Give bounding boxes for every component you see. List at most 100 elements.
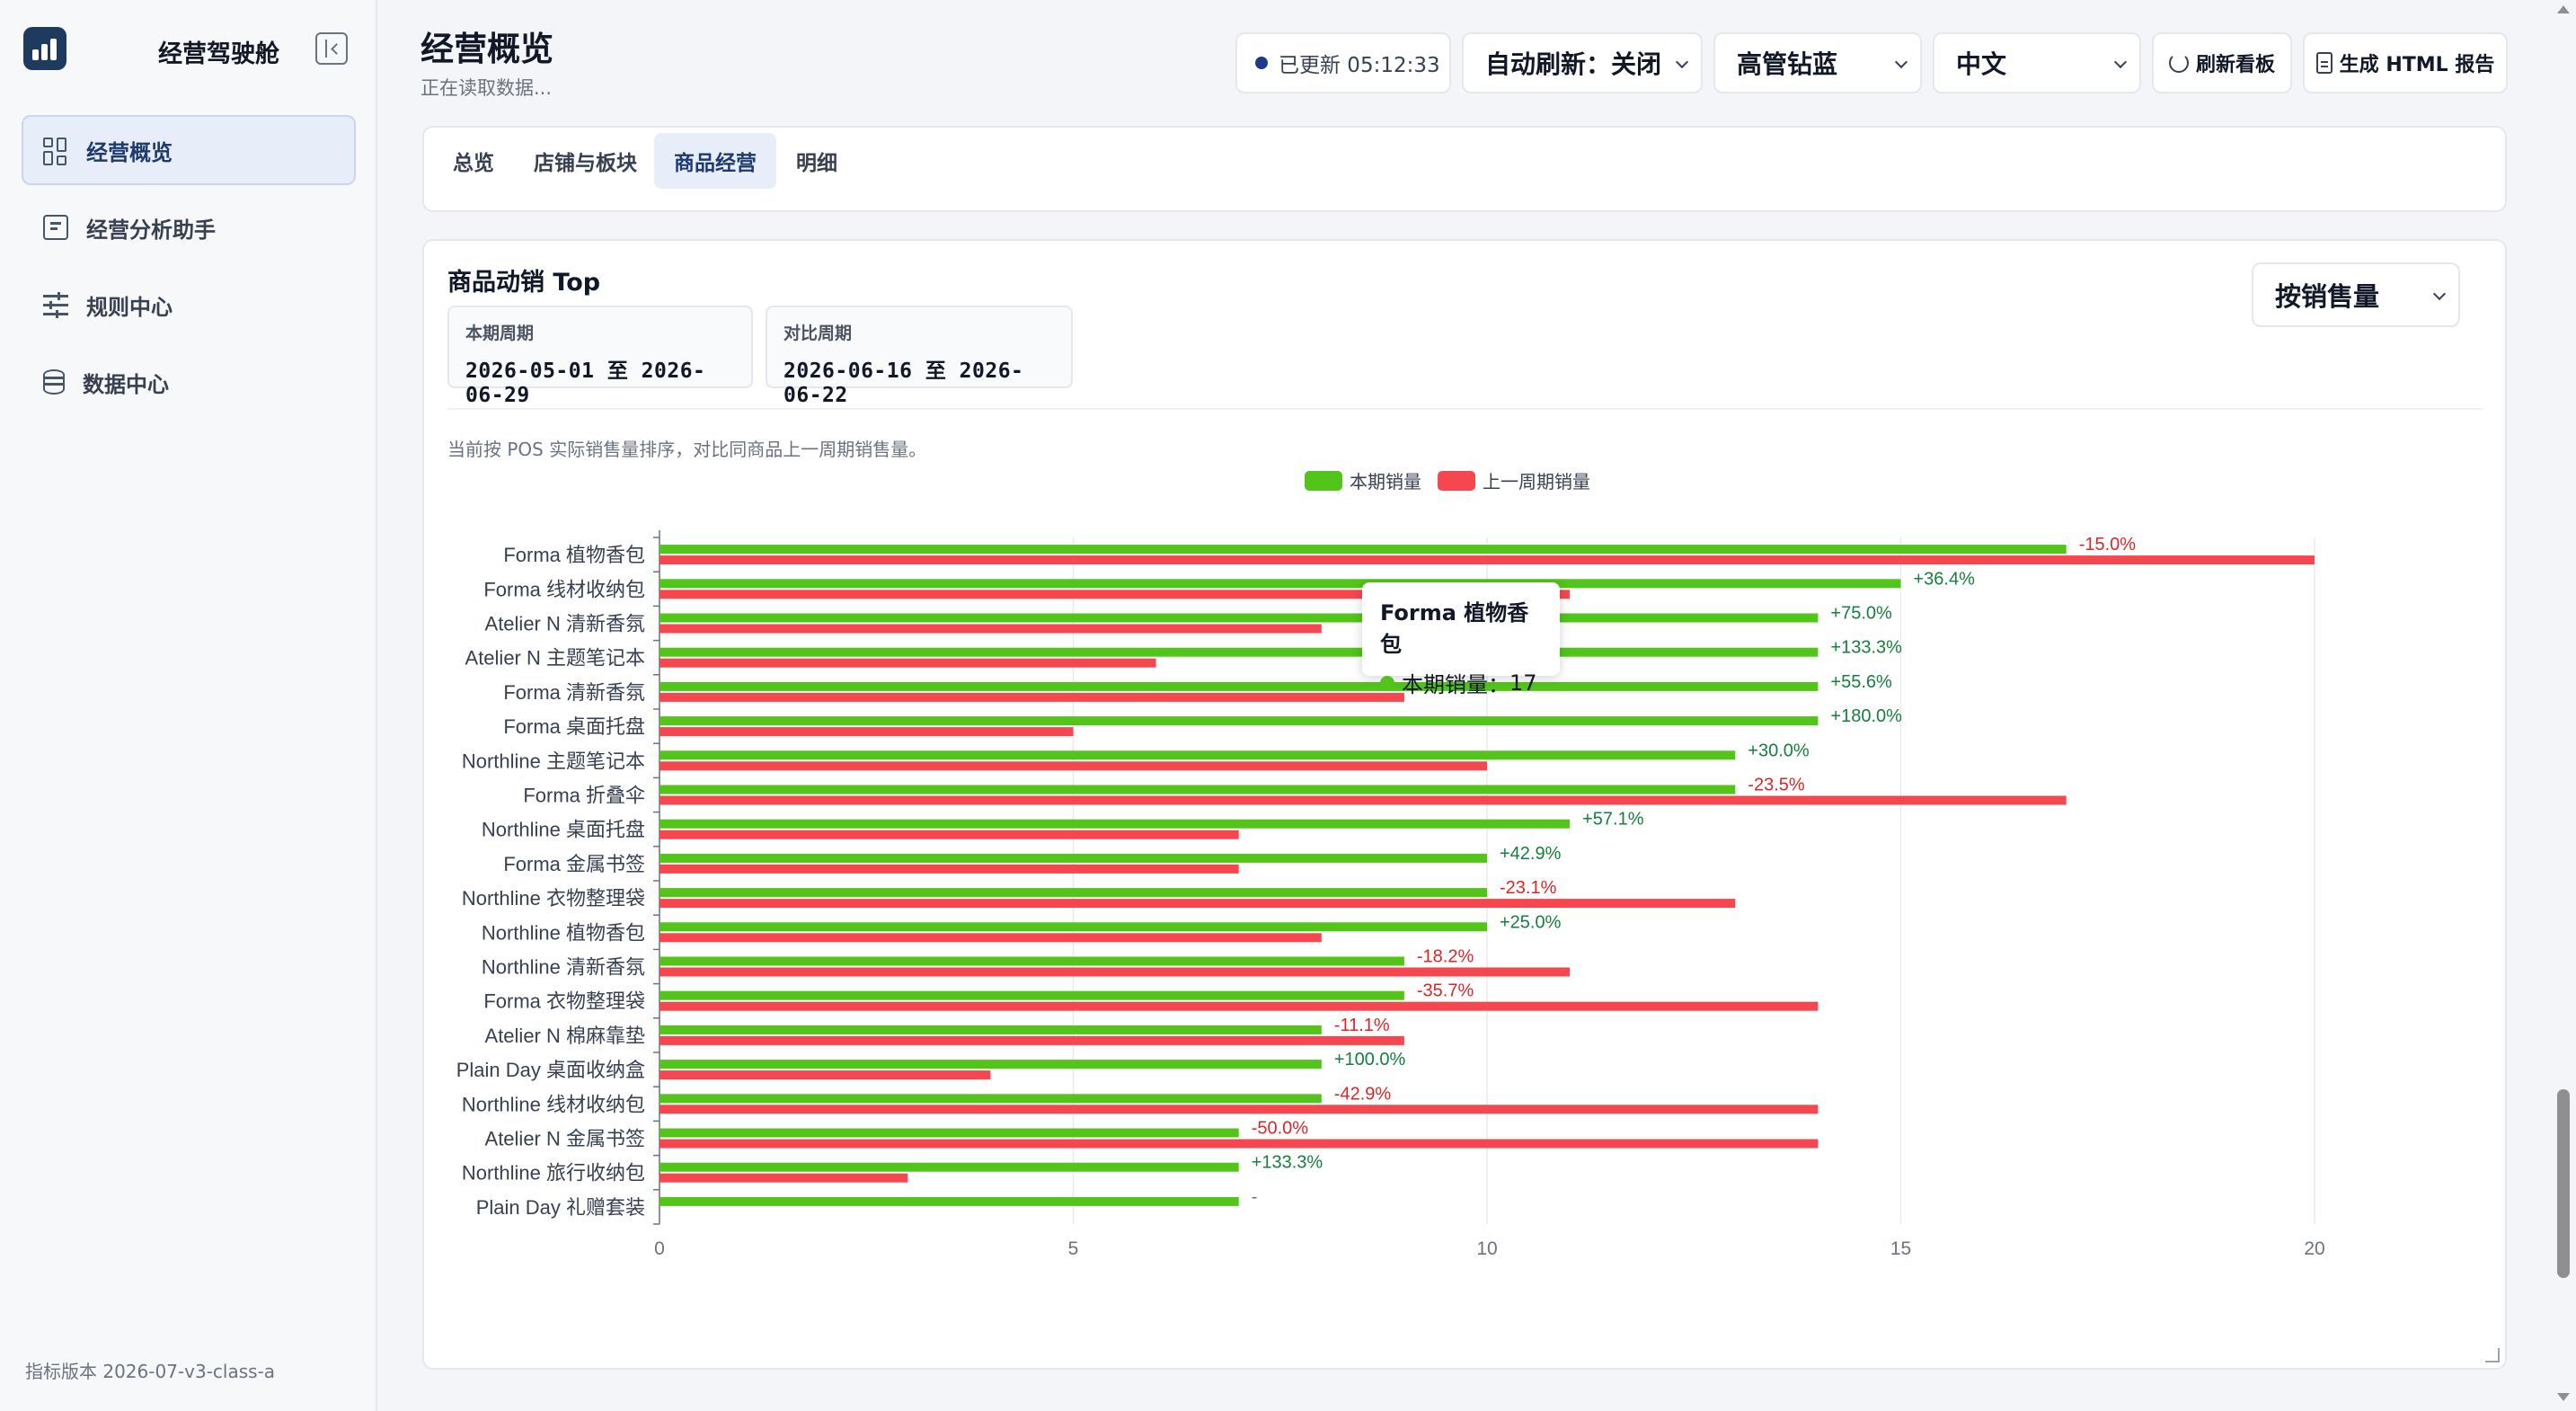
change-label: +25.0%	[1500, 912, 1562, 932]
bar-current	[659, 1060, 1322, 1069]
change-label: -50.0%	[1252, 1119, 1309, 1139]
tooltip-title: Forma 植物香包	[1380, 600, 1529, 657]
bar-current	[659, 579, 1901, 589]
export-button-label: 生成 HTML 报告	[2339, 54, 2495, 76]
bar-previous	[659, 761, 1487, 771]
tooltip-colon: ：	[1488, 672, 1509, 697]
product-top-card: 商品动销 Top 本期周期 2026-05-01 至 2026-06-29 对比…	[422, 239, 2507, 1370]
refresh-button[interactable]: 刷新看板	[2152, 32, 2292, 93]
tab-stores[interactable]: 店铺与板块	[514, 133, 657, 189]
change-label: -15.0%	[2079, 535, 2137, 555]
y-category-label: Atelier N 棉麻靠垫	[485, 1025, 645, 1047]
page-scrollbar[interactable]	[2552, 0, 2576, 1411]
y-category-label: Plain Day 桌面收纳盒	[456, 1059, 645, 1081]
y-category-label: Atelier N 金属书签	[485, 1128, 645, 1150]
bar-previous	[659, 967, 1571, 977]
sidebar-nav: 经营概览 经营分析助手 规则中心 数据中心	[22, 115, 356, 424]
bar-current	[659, 613, 1819, 623]
change-label: -18.2%	[1417, 947, 1474, 967]
x-tick-label: 15	[1890, 1238, 1911, 1259]
scroll-thumb[interactable]	[2557, 1089, 2570, 1278]
y-category-label: Northline 桌面托盘	[482, 819, 645, 841]
bar-current	[659, 785, 1736, 794]
bar-current	[659, 922, 1487, 932]
language-select[interactable]: 中文	[1933, 32, 2141, 93]
tooltip-dot-icon	[1380, 675, 1394, 690]
sidebar-item-rules[interactable]: 规则中心	[22, 270, 356, 340]
y-category-label: Forma 桌面托盘	[503, 715, 645, 738]
change-label: -23.5%	[1748, 776, 1805, 795]
change-label: -23.1%	[1500, 878, 1557, 898]
sliders-icon	[43, 292, 68, 318]
document-icon	[2315, 52, 2333, 74]
bar-current	[659, 1162, 1239, 1172]
bar-current	[659, 750, 1736, 760]
tab-overview[interactable]: 总览	[433, 133, 514, 189]
page-title: 经营概览	[420, 30, 553, 68]
scroll-up-icon[interactable]	[2557, 5, 2570, 13]
auto-refresh-value: 自动刷新：关闭	[1485, 49, 1662, 79]
bar-previous	[659, 933, 1322, 943]
change-label: +100.0%	[1334, 1050, 1406, 1069]
scroll-down-icon[interactable]	[2557, 1393, 2570, 1401]
updated-status: 已更新 05:12:33	[1235, 32, 1451, 93]
change-label: +57.1%	[1582, 810, 1644, 830]
sidebar: 经营驾驶舱 经营概览 经营分析助手 规则中心 数据中心 指标版本 2026-07…	[0, 0, 377, 1411]
sidebar-item-label: 经营概览	[86, 139, 173, 165]
bar-previous	[659, 624, 1322, 634]
sidebar-item-label: 经营分析助手	[86, 217, 216, 243]
y-category-label: Forma 折叠伞	[523, 785, 645, 807]
chat-icon	[43, 215, 68, 240]
change-label: +42.9%	[1500, 844, 1562, 864]
auto-refresh-select[interactable]: 自动刷新：关闭	[1462, 32, 1703, 93]
change-label: -11.1%	[1334, 1016, 1390, 1035]
sidebar-item-assistant[interactable]: 经营分析助手	[22, 192, 356, 262]
bar-current	[659, 647, 1819, 657]
tab-details[interactable]: 明细	[776, 133, 857, 189]
change-label: +133.3%	[1830, 638, 1902, 658]
bar-current	[659, 888, 1487, 898]
bar-previous	[659, 727, 1074, 737]
x-tick-label: 5	[1068, 1238, 1079, 1259]
bar-previous	[659, 658, 1156, 668]
y-category-label: Plain Day 礼赠套装	[476, 1196, 645, 1219]
tab-products[interactable]: 商品经营	[654, 133, 776, 189]
theme-select[interactable]: 高管钻蓝	[1713, 32, 1922, 93]
refresh-icon	[2168, 53, 2189, 73]
sidebar-item-data[interactable]: 数据中心	[22, 347, 356, 417]
change-label: -	[1252, 1187, 1258, 1207]
bar-current	[659, 681, 1819, 691]
sales-bar-chart[interactable]: 0 5 10 15 20 Forma 植物香包 -15.0% Forma 线材收纳包 +36.4…	[424, 241, 2509, 1371]
bar-current	[659, 1196, 1239, 1206]
change-label: +30.0%	[1748, 741, 1810, 760]
database-icon	[43, 369, 65, 395]
bar-previous	[659, 830, 1239, 839]
brand: 经营驾驶舱	[23, 27, 356, 77]
bar-current	[659, 990, 1404, 1000]
chart-tooltip: Forma 植物香包 本期销量 ： 17	[1362, 582, 1560, 697]
y-category-label: Northline 清新香氛	[482, 956, 645, 979]
change-label: -42.9%	[1334, 1084, 1392, 1104]
bar-current	[659, 1128, 1239, 1138]
sidebar-item-label: 规则中心	[86, 294, 173, 320]
collapse-sidebar-icon[interactable]	[315, 32, 348, 65]
y-category-label: Forma 清新香氛	[503, 681, 645, 704]
y-category-label: Atelier N 清新香氛	[485, 613, 645, 635]
chevron-down-icon	[2113, 55, 2128, 69]
sidebar-item-overview[interactable]: 经营概览	[22, 115, 356, 185]
y-category-label: Forma 金属书签	[503, 853, 645, 875]
bar-previous	[659, 1105, 1819, 1114]
bar-previous	[659, 1001, 1819, 1011]
export-html-button[interactable]: 生成 HTML 报告	[2303, 32, 2508, 93]
bar-previous	[659, 795, 2067, 805]
x-tick-label: 10	[1476, 1238, 1497, 1259]
bar-current	[659, 1094, 1322, 1104]
bar-current	[659, 819, 1571, 829]
sidebar-item-label: 数据中心	[83, 371, 169, 397]
dashboard-icon	[43, 138, 68, 165]
tooltip-series: 本期销量	[1402, 672, 1488, 697]
change-label: -35.7%	[1417, 981, 1474, 1001]
resize-handle-icon[interactable]	[2485, 1348, 2500, 1362]
change-label: +55.6%	[1830, 672, 1892, 692]
y-category-label: Forma 植物香包	[503, 544, 645, 566]
